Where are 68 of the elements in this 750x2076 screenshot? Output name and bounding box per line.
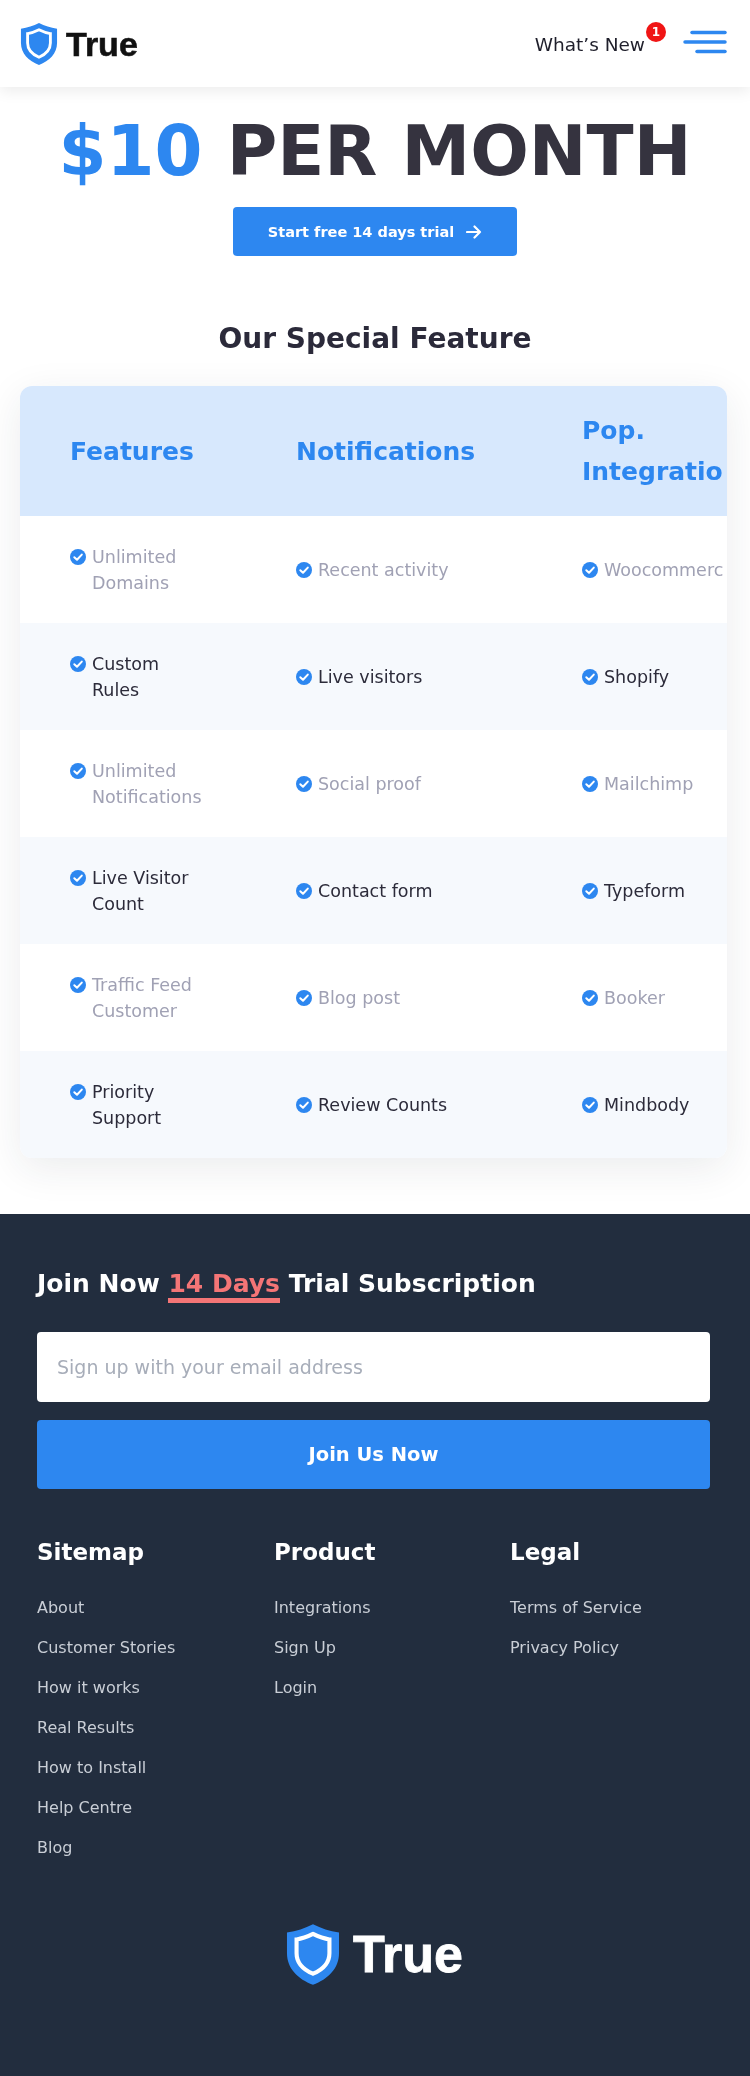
footer-link[interactable]: Privacy Policy <box>510 1638 620 1658</box>
footer-link[interactable]: How to Install <box>37 1758 147 1778</box>
menu-button[interactable] <box>683 29 727 54</box>
footer-link[interactable]: How it works <box>37 1678 140 1698</box>
notification-label: Social proof <box>318 772 421 796</box>
check-circle-icon <box>582 561 598 578</box>
check-circle-icon <box>70 976 86 993</box>
check-circle-icon <box>70 548 86 565</box>
signup-title: Join Now 14 Days Trial Subscription <box>37 1268 710 1300</box>
footer-link[interactable]: Integrations <box>274 1598 371 1618</box>
integration-label: Typeform <box>604 879 685 903</box>
integration-label: Mindbody <box>604 1093 690 1117</box>
footer-link[interactable]: Help Centre <box>37 1798 133 1818</box>
notification-label: Live visitors <box>318 665 423 689</box>
price-period: PER MONTH <box>226 111 692 191</box>
check-circle-icon <box>70 869 86 886</box>
feature-label: Traffic Feed Customer <box>92 973 193 1023</box>
notification-label: Review Counts <box>318 1093 448 1117</box>
join-button[interactable]: Join Us Now <box>37 1420 710 1489</box>
feature-label: Unlimited Notifications <box>92 759 203 809</box>
check-circle-icon <box>70 762 86 779</box>
column-heading: Pop. Integratio <box>582 415 724 488</box>
check-circle-icon <box>296 668 312 685</box>
feature-label: Custom Rules <box>92 652 161 702</box>
notification-label: Recent activity <box>318 558 449 582</box>
arrow-right-icon <box>466 224 483 239</box>
integration-label: Woocommerc <box>604 558 724 582</box>
footer-logo-link[interactable]: True <box>284 1923 463 1986</box>
footer-link[interactable]: Customer Stories <box>37 1638 176 1658</box>
check-circle-icon <box>296 561 312 578</box>
footer-link[interactable]: Real Results <box>37 1718 135 1738</box>
footer-link[interactable]: Sign Up <box>274 1638 336 1658</box>
check-circle-icon <box>296 989 312 1006</box>
column-heading: Notifications <box>296 435 477 468</box>
check-circle-icon <box>70 655 86 672</box>
check-circle-icon <box>582 989 598 1006</box>
footer-column-title: Legal <box>510 1538 582 1566</box>
integration-label: Mailchimp <box>604 772 694 796</box>
logo-link[interactable]: True <box>20 21 138 66</box>
check-circle-icon <box>582 1096 598 1113</box>
check-circle-icon <box>582 668 598 685</box>
footer-link[interactable]: Terms of Service <box>510 1598 642 1618</box>
menu-icon <box>683 29 727 54</box>
price-amount: $10 <box>58 111 203 191</box>
footer-link[interactable]: Login <box>274 1678 318 1698</box>
check-circle-icon <box>70 1083 86 1100</box>
email-input[interactable]: Sign up with your email address <box>37 1332 710 1402</box>
feature-label: Unlimited Domains <box>92 545 178 595</box>
check-circle-icon <box>296 882 312 899</box>
footer-link[interactable]: About <box>37 1598 85 1618</box>
section-title: Our Special Feature <box>217 322 533 356</box>
column-heading: Features <box>70 435 195 468</box>
integration-label: Shopify <box>604 665 670 689</box>
shield-logo-icon <box>20 21 58 66</box>
integration-label: Booker <box>604 986 665 1010</box>
notification-label: Contact form <box>318 879 433 903</box>
check-circle-icon <box>582 775 598 792</box>
check-circle-icon <box>296 775 312 792</box>
check-circle-icon <box>582 882 598 899</box>
notification-badge: 1 <box>646 22 666 42</box>
start-trial-button[interactable]: Start free 14 days trial <box>233 207 517 256</box>
feature-label: Live Visitor Count <box>92 866 190 916</box>
feature-label: Priority Support <box>92 1080 163 1130</box>
check-circle-icon <box>296 1096 312 1113</box>
footer-link[interactable]: Blog <box>37 1838 73 1858</box>
notification-label: Blog post <box>318 986 401 1010</box>
footer-column-title: Product <box>274 1538 377 1566</box>
footer-column-title: Sitemap <box>37 1538 145 1566</box>
